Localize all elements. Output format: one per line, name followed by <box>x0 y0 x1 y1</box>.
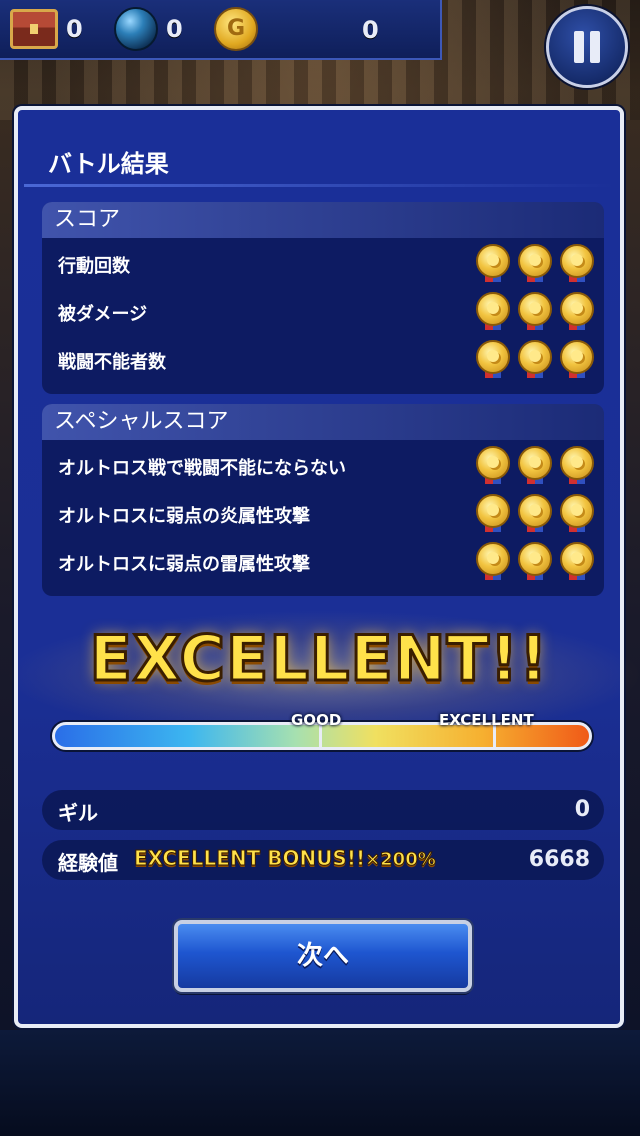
special-score-row: オルトロスに弱点の雷属性攻撃 <box>42 540 604 588</box>
orb-count: 0 <box>166 15 183 43</box>
medal-icon <box>560 494 594 532</box>
medal-icon <box>476 494 510 532</box>
next-button[interactable]: 次へ <box>174 920 472 992</box>
medal-icon <box>518 542 552 580</box>
score-row: 行動回数 <box>42 242 604 290</box>
medal-icon <box>560 446 594 484</box>
panel-title: バトル結果 <box>48 150 169 178</box>
gil-reward-row: ギル 0 <box>42 790 604 830</box>
special-score-row: オルトロス戦で戦闘不能にならない <box>42 444 604 492</box>
gil-label: ギル <box>58 801 98 825</box>
medal-icon <box>518 340 552 378</box>
score-row: 戦闘不能者数 <box>42 338 604 386</box>
exp-reward-row: 経験値 EXCELLENT BONUS!!×200% 6668 <box>42 840 604 880</box>
medal-icon <box>476 292 510 330</box>
special-score-label: オルトロスに弱点の雷属性攻撃 <box>58 554 310 575</box>
pause-icon <box>574 31 584 63</box>
score-label: 被ダメージ <box>58 304 148 325</box>
medal-icon <box>518 494 552 532</box>
gauge-label-good: GOOD <box>291 711 342 729</box>
exp-label: 経験値 <box>58 851 118 875</box>
battle-result-panel: バトル結果 スコア 行動回数 被ダメージ 戦闘不能者数 スペシャルスコア オルト… <box>4 106 640 1028</box>
exp-bonus-multiplier: ×200% <box>365 849 437 871</box>
score-section: スコア 行動回数 被ダメージ 戦闘不能者数 <box>42 202 604 394</box>
score-heading: スコア <box>42 202 604 238</box>
medal-icon <box>560 542 594 580</box>
treasure-chest-icon <box>10 9 58 49</box>
chest-count: 0 <box>66 15 83 43</box>
hud-chest: 0 <box>10 6 83 52</box>
special-score-row: オルトロスに弱点の炎属性攻撃 <box>42 492 604 540</box>
medal-icon <box>518 244 552 282</box>
medal-icon <box>560 340 594 378</box>
medal-icon <box>476 340 510 378</box>
exp-bonus-label: EXCELLENT BONUS!! <box>133 846 366 871</box>
floor-backdrop <box>0 1030 640 1136</box>
medal-icon <box>518 446 552 484</box>
exp-value: 6668 <box>528 847 590 872</box>
hud-gil: G <box>214 6 258 52</box>
special-score-section: スペシャルスコア オルトロス戦で戦闘不能にならない オルトロスに弱点の炎属性攻撃… <box>42 404 604 596</box>
special-score-label: オルトロス戦で戦闘不能にならない <box>58 458 346 479</box>
medal-icon <box>476 542 510 580</box>
gil-count: 0 <box>362 16 379 44</box>
resource-bar: 0 0 G 0 <box>0 0 442 60</box>
title-divider <box>24 184 614 187</box>
rating-gauge: GOOD EXCELLENT <box>52 711 592 750</box>
orb-icon <box>114 7 158 51</box>
rating-banner: EXCELLENT!! <box>88 621 549 697</box>
medal-icon <box>560 292 594 330</box>
gil-value: 0 <box>574 797 590 822</box>
medal-icon <box>518 292 552 330</box>
medal-icon <box>560 244 594 282</box>
special-score-label: オルトロスに弱点の炎属性攻撃 <box>58 506 310 527</box>
pause-button[interactable] <box>546 6 628 88</box>
medal-icon <box>476 244 510 282</box>
gil-coin-icon: G <box>214 7 258 51</box>
gauge-label-excellent: EXCELLENT <box>439 711 534 729</box>
hud-orb: 0 <box>114 6 183 52</box>
exp-bonus-text: EXCELLENT BONUS!!×200% <box>133 846 437 871</box>
score-label: 行動回数 <box>58 256 130 277</box>
pause-icon <box>590 31 600 63</box>
score-label: 戦闘不能者数 <box>58 352 166 373</box>
special-score-heading: スペシャルスコア <box>42 404 604 440</box>
medal-icon <box>476 446 510 484</box>
score-row: 被ダメージ <box>42 290 604 338</box>
